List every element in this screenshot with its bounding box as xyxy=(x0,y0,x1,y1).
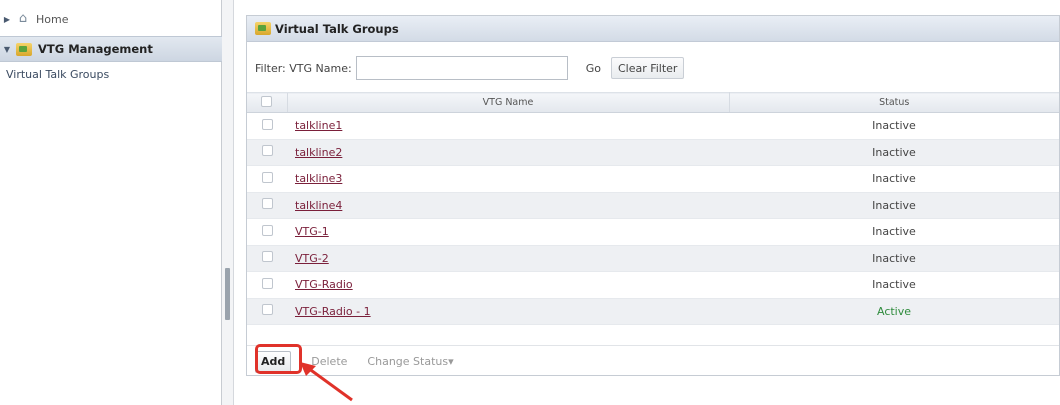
row-checkbox[interactable] xyxy=(261,304,273,316)
go-button[interactable]: Go xyxy=(586,62,601,75)
expand-arrow-icon[interactable]: ▶ xyxy=(0,15,14,24)
nav-item-vtg-management-label: VTG Management xyxy=(38,42,153,56)
status-cell: Inactive xyxy=(729,112,1059,140)
sidebar: ▶ ⌂ Home ▼ VTG Management Virtual Talk G… xyxy=(0,0,222,405)
vtg-name-link[interactable]: VTG-Radio - 1 xyxy=(295,305,371,318)
vtg-name-link[interactable]: VTG-1 xyxy=(295,225,329,238)
pane-splitter[interactable] xyxy=(222,0,234,405)
row-checkbox[interactable] xyxy=(261,118,273,130)
table-row[interactable]: talkline1 Inactive xyxy=(247,112,1059,140)
nav-item-virtual-talk-groups[interactable]: Virtual Talk Groups xyxy=(6,68,109,81)
folder-icon xyxy=(255,22,271,35)
change-status-button[interactable]: Change Status▾ xyxy=(367,355,453,368)
row-checkbox[interactable] xyxy=(261,171,273,183)
table-row[interactable]: talkline4 Inactive xyxy=(247,192,1059,219)
vtg-name-cell: talkline3 xyxy=(287,165,729,193)
nav-item-home-label: Home xyxy=(36,12,69,26)
table-row[interactable]: VTG-2 Inactive xyxy=(247,245,1059,272)
status-cell: Inactive xyxy=(729,139,1059,166)
vtg-name-cell: talkline2 xyxy=(287,139,729,166)
status-cell: Active xyxy=(729,298,1059,325)
status-cell: Inactive xyxy=(729,218,1059,246)
nav-item-home[interactable]: ▶ ⌂ Home xyxy=(0,8,222,30)
vtg-name-link[interactable]: VTG-2 xyxy=(295,252,329,265)
vtg-name-cell: VTG-Radio xyxy=(287,271,729,299)
row-select-cell xyxy=(247,165,287,193)
pointer-arrow-icon xyxy=(300,362,353,402)
row-checkbox[interactable] xyxy=(261,198,273,210)
panel-title: Virtual Talk Groups xyxy=(275,21,399,36)
status-cell: Inactive xyxy=(729,245,1059,272)
filter-bar: Filter: VTG Name: Go Clear Filter xyxy=(255,56,685,80)
column-header-vtg-name[interactable]: VTG Name xyxy=(286,92,730,113)
vtg-name-cell: VTG-Radio - 1 xyxy=(287,298,729,325)
row-select-cell xyxy=(247,298,287,325)
status-cell: Inactive xyxy=(729,271,1059,299)
column-header-status[interactable]: Status xyxy=(729,92,1059,113)
vtg-name-link[interactable]: talkline2 xyxy=(295,146,342,159)
row-checkbox[interactable] xyxy=(261,251,273,263)
status-cell: Inactive xyxy=(729,192,1059,219)
vtg-table: VTG Name Status talkline1 Inactive talklin… xyxy=(247,92,1059,325)
table-header-row: VTG Name Status xyxy=(247,92,1059,113)
vtg-name-link[interactable]: talkline1 xyxy=(295,119,342,132)
filter-label: Filter: VTG Name: xyxy=(255,61,352,75)
vtg-name-cell: VTG-2 xyxy=(287,245,729,272)
row-select-cell xyxy=(247,245,287,272)
vtg-panel: Virtual Talk Groups Filter: VTG Name: Go… xyxy=(246,15,1060,376)
table-row[interactable]: VTG-Radio Inactive xyxy=(247,271,1059,299)
clear-filter-button[interactable]: Clear Filter xyxy=(610,57,685,79)
collapse-arrow-icon[interactable]: ▼ xyxy=(0,45,14,54)
home-icon: ⌂ xyxy=(18,11,28,26)
table-row[interactable]: VTG-Radio - 1 Active xyxy=(247,298,1059,325)
vtg-name-link[interactable]: talkline3 xyxy=(295,172,342,185)
row-checkbox[interactable] xyxy=(261,224,273,236)
select-all-checkbox[interactable] xyxy=(261,95,273,107)
splitter-grip[interactable] xyxy=(225,268,230,320)
row-checkbox[interactable] xyxy=(261,277,273,289)
nav-item-vtg-management[interactable]: ▼ VTG Management xyxy=(0,36,222,62)
row-select-cell xyxy=(247,192,287,219)
table-row[interactable]: VTG-1 Inactive xyxy=(247,218,1059,246)
vtg-name-cell: talkline1 xyxy=(287,112,729,140)
vtg-name-cell: VTG-1 xyxy=(287,218,729,246)
vtg-name-cell: talkline4 xyxy=(287,192,729,219)
row-select-cell xyxy=(247,139,287,166)
row-select-cell xyxy=(247,218,287,246)
row-checkbox[interactable] xyxy=(261,145,273,157)
vtg-name-filter-input[interactable] xyxy=(355,56,568,80)
table-row[interactable]: talkline2 Inactive xyxy=(247,139,1059,166)
select-all-cell xyxy=(247,92,287,113)
vtg-name-link[interactable]: talkline4 xyxy=(295,199,342,212)
row-select-cell xyxy=(247,112,287,140)
folder-icon xyxy=(16,42,32,56)
table-row[interactable]: talkline3 Inactive xyxy=(247,165,1059,193)
row-select-cell xyxy=(247,271,287,299)
vtg-name-link[interactable]: VTG-Radio xyxy=(295,278,353,291)
status-cell: Inactive xyxy=(729,165,1059,193)
panel-header: Virtual Talk Groups xyxy=(247,16,1059,42)
